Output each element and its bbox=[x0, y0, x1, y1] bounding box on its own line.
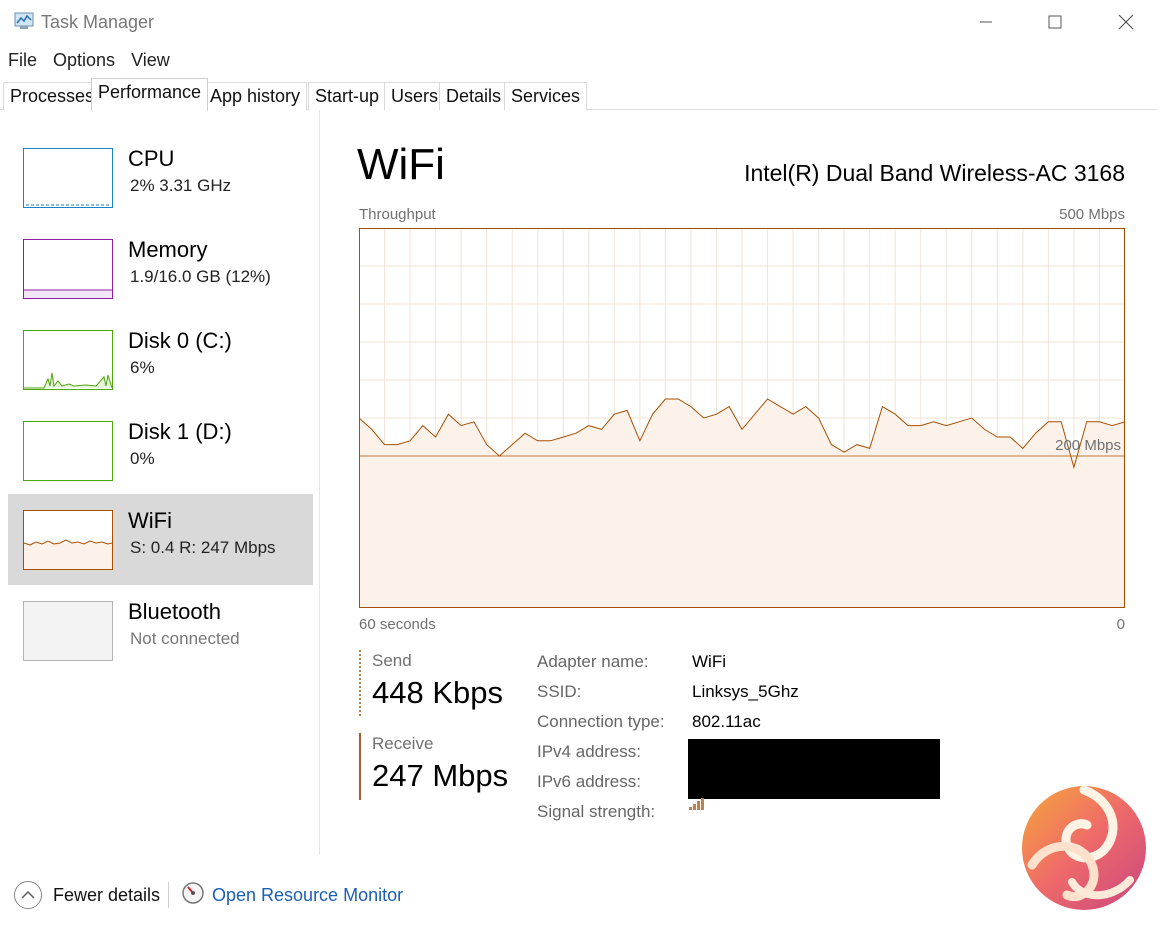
menu-bar: File Options View bbox=[0, 47, 178, 73]
redacted-addresses bbox=[688, 739, 940, 799]
tab-services[interactable]: Services bbox=[504, 82, 588, 110]
close-icon bbox=[1118, 14, 1134, 30]
sidebar-item-value: 6% bbox=[130, 358, 155, 377]
wifi-thumbnail bbox=[23, 510, 113, 570]
send-label: Send bbox=[372, 651, 412, 670]
page-title: WiFi bbox=[357, 140, 445, 189]
throughput-area bbox=[359, 399, 1125, 608]
sidebar-item-value: 1.9/16.0 GB (12%) bbox=[130, 267, 271, 286]
ssid-label: SSID: bbox=[537, 682, 582, 701]
title-bar: Task Manager bbox=[0, 0, 1157, 44]
disk-1-thumbnail bbox=[23, 421, 113, 481]
sidebar-item-label: WiFi bbox=[128, 508, 172, 533]
divider bbox=[168, 882, 169, 908]
send-value: 448 Kbps bbox=[372, 675, 503, 710]
adapter-description: Intel(R) Dual Band Wireless-AC 3168 bbox=[744, 160, 1125, 186]
memory-thumbnail bbox=[23, 239, 113, 299]
sidebar-item-label: CPU bbox=[128, 146, 175, 171]
ipv4-label: IPv4 address: bbox=[537, 742, 641, 761]
sidebar-item-label: Memory bbox=[128, 237, 208, 262]
connection-type-label: Connection type: bbox=[537, 712, 665, 731]
bottom-bar: Fewer details Open Resource Monitor bbox=[0, 868, 1157, 926]
tab-start-up[interactable]: Start-up bbox=[308, 82, 387, 110]
throughput-graph: 200 Mbps bbox=[359, 228, 1125, 608]
maximize-button[interactable] bbox=[1032, 6, 1078, 38]
tab-users[interactable]: Users bbox=[384, 82, 446, 110]
tab-performance[interactable]: Performance bbox=[91, 78, 209, 111]
menu-view[interactable]: View bbox=[123, 47, 178, 73]
tab-strip: Processes Performance App history Start-… bbox=[0, 78, 1157, 111]
resource-monitor-icon[interactable] bbox=[181, 881, 205, 905]
receive-value: 247 Mbps bbox=[372, 758, 509, 793]
ssid-value: Linksys_5Ghz bbox=[692, 682, 799, 701]
sidebar-item-wifi[interactable]: WiFi S: 0.4 R: 247 Mbps bbox=[8, 494, 313, 585]
graph-label-throughput: Throughput bbox=[359, 206, 436, 223]
adapter-name-label: Adapter name: bbox=[537, 652, 649, 671]
sidebar-item-label: Bluetooth bbox=[128, 599, 221, 624]
disk-0-thumbnail bbox=[23, 330, 113, 390]
fewer-details-button[interactable]: Fewer details bbox=[53, 885, 160, 906]
sidebar-item-memory[interactable]: Memory 1.9/16.0 GB (12%) bbox=[8, 223, 313, 314]
sidebar-item-value: S: 0.4 R: 247 Mbps bbox=[130, 538, 276, 557]
sidebar-item-disk-0[interactable]: Disk 0 (C:) 6% bbox=[8, 314, 313, 405]
signal-strength-label: Signal strength: bbox=[537, 802, 656, 821]
receive-stat: Receive 247 Mbps bbox=[359, 733, 508, 800]
graph-label-time: 60 seconds bbox=[359, 616, 436, 633]
sidebar-item-label: Disk 1 (D:) bbox=[128, 419, 232, 444]
open-resource-monitor-link[interactable]: Open Resource Monitor bbox=[212, 885, 403, 906]
tab-processes[interactable]: Processes bbox=[3, 82, 102, 110]
chevron-up-icon[interactable] bbox=[14, 881, 42, 909]
receive-label: Receive bbox=[372, 734, 434, 753]
sidebar-item-label: Disk 0 (C:) bbox=[128, 328, 232, 353]
graph-label-max: 500 Mbps bbox=[1059, 206, 1125, 223]
menu-file[interactable]: File bbox=[0, 47, 45, 73]
tab-app-history[interactable]: App history bbox=[203, 82, 308, 110]
sidebar-item-bluetooth[interactable]: Bluetooth Not connected bbox=[8, 585, 313, 676]
sidebar-item-value: 0% bbox=[130, 449, 155, 468]
sidebar-item-disk-1[interactable]: Disk 1 (D:) 0% bbox=[8, 405, 313, 496]
cpu-thumbnail bbox=[23, 148, 113, 208]
window-title: Task Manager bbox=[41, 12, 155, 32]
connection-type-value: 802.11ac bbox=[692, 712, 761, 731]
close-button[interactable] bbox=[1103, 6, 1149, 38]
sidebar-item-value: 2% 3.31 GHz bbox=[130, 176, 232, 195]
performance-sidebar: CPU 2% 3.31 GHz Memory 1.9/16.0 GB (12%)… bbox=[0, 110, 320, 855]
send-stat: Send 448 Kbps bbox=[359, 650, 503, 716]
sidebar-item-value: Not connected bbox=[130, 629, 240, 648]
bluetooth-thumbnail bbox=[23, 601, 113, 661]
tab-details[interactable]: Details bbox=[439, 82, 509, 110]
task-manager-icon bbox=[14, 12, 34, 30]
minimize-button[interactable] bbox=[963, 6, 1009, 38]
sidebar-item-cpu[interactable]: CPU 2% 3.31 GHz bbox=[8, 132, 313, 223]
signal-strength-icon bbox=[689, 797, 705, 810]
menu-options[interactable]: Options bbox=[45, 47, 123, 73]
watermark-logo-icon bbox=[1022, 785, 1146, 910]
adapter-name-value: WiFi bbox=[692, 652, 726, 671]
reference-line-label: 200 Mbps bbox=[1055, 437, 1121, 454]
graph-label-zero: 0 bbox=[1116, 616, 1125, 633]
ipv6-label: IPv6 address: bbox=[537, 772, 641, 791]
